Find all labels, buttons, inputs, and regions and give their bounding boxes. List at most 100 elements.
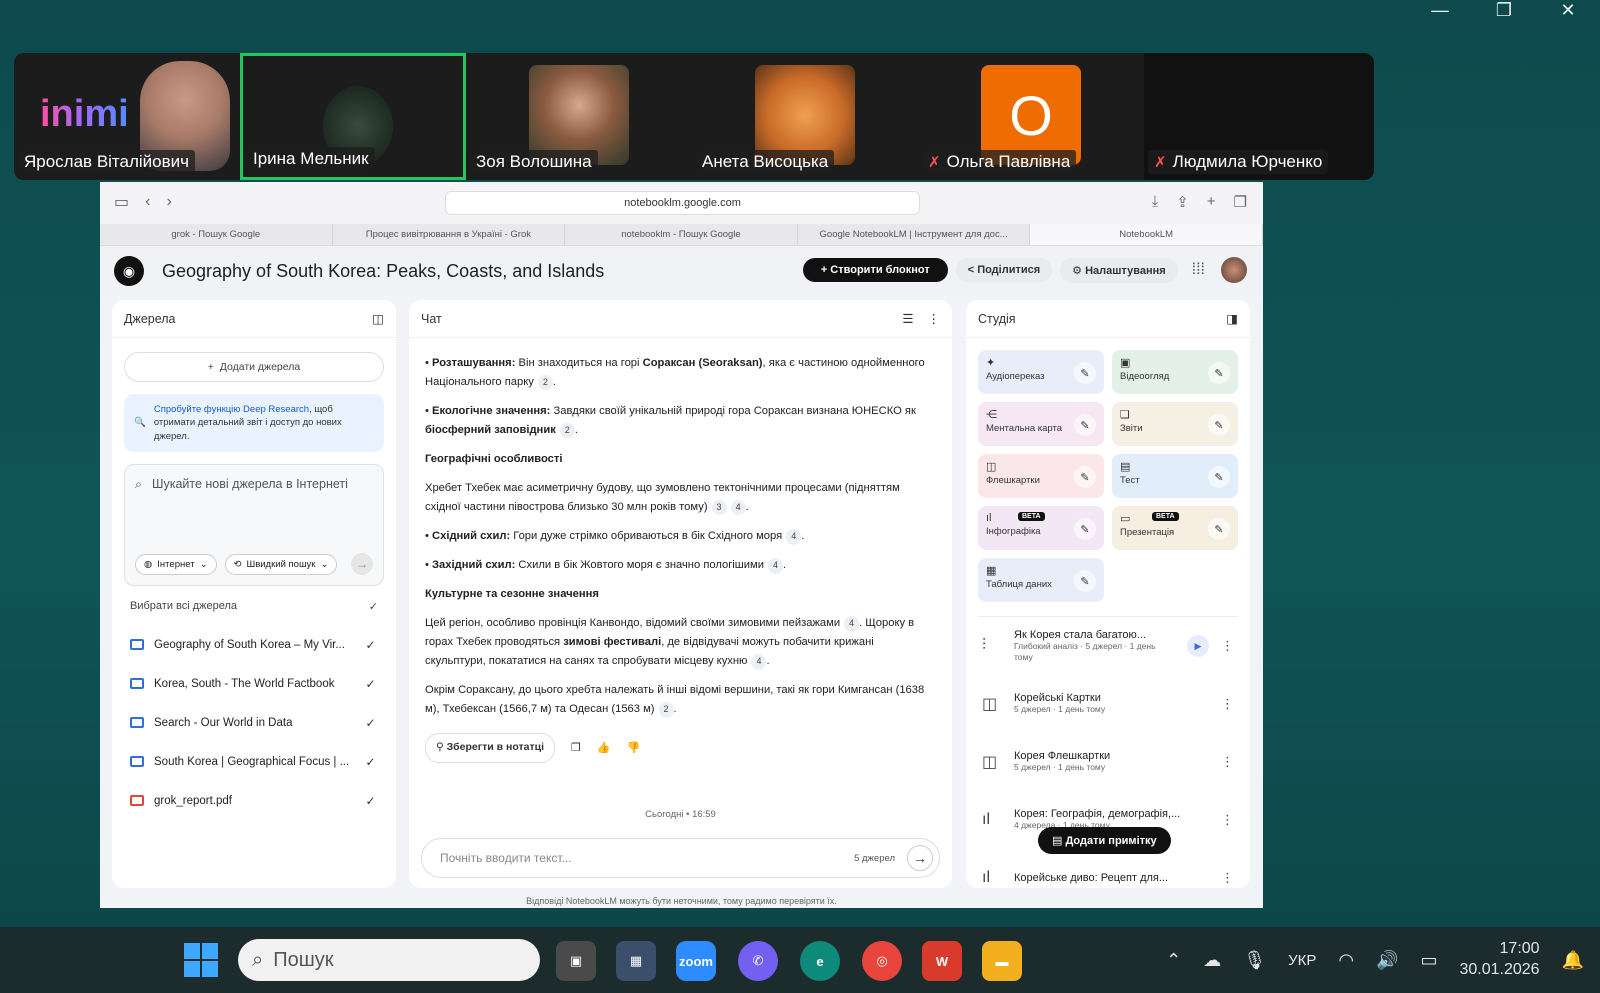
source-item[interactable]: grok_report.pdf ✓: [130, 781, 378, 820]
cloud-off-icon[interactable]: ☁: [1203, 950, 1221, 971]
citation-chip[interactable]: 4: [844, 616, 860, 632]
settings-button[interactable]: ⚙ Налаштування: [1060, 257, 1178, 283]
studio-note-item[interactable]: ıl Корейське диво: Рецепт для... ⋮: [966, 849, 1250, 888]
search-mode-dropdown[interactable]: ⟲ Швидкий пошук ⌄: [224, 553, 338, 575]
add-sources-button[interactable]: + Додати джерела: [124, 352, 384, 382]
participant-tile[interactable]: Зоя Волошина: [466, 53, 692, 180]
task-view-icon[interactable]: ▣: [556, 941, 596, 981]
share-icon[interactable]: ⇪: [1176, 193, 1189, 211]
browser-tab[interactable]: Процес вивітрювання в Україні - Grok: [333, 224, 566, 245]
notebooklm-logo[interactable]: ◉: [114, 256, 144, 286]
forward-icon[interactable]: ›: [166, 193, 171, 211]
participant-tile[interactable]: Анета Висоцька: [692, 53, 918, 180]
minimize-icon[interactable]: —: [1408, 0, 1472, 20]
send-arrow-icon[interactable]: →: [907, 845, 933, 871]
wps-office-icon[interactable]: W: [922, 941, 962, 981]
checkbox-icon[interactable]: ✓: [363, 715, 378, 730]
participant-tile[interactable]: О ✗ Ольга Павлівна: [918, 53, 1144, 180]
thumbs-down-icon[interactable]: 👎: [627, 739, 641, 758]
address-bar[interactable]: notebooklm.google.com: [445, 191, 920, 215]
studio-card[interactable]: ◫ Флешкартки ✎: [978, 454, 1104, 498]
zoom-app-icon[interactable]: zoom: [676, 941, 716, 981]
more-vert-icon[interactable]: ⋮: [1221, 696, 1234, 712]
studio-note-item[interactable]: ◫ Корея Флешкартки 5 джерел · 1 день тому ⋮: [966, 733, 1250, 791]
studio-card[interactable]: ❏ Звіти ✎: [1112, 402, 1238, 446]
studio-card[interactable]: ıl BETA Інфографіка ✎: [978, 506, 1104, 550]
source-item[interactable]: Search - Our World in Data ✓: [130, 703, 378, 742]
file-explorer-icon[interactable]: ▬: [982, 941, 1022, 981]
citation-chip[interactable]: 2: [537, 375, 553, 391]
checkbox-icon[interactable]: ✓: [363, 754, 378, 769]
browser-tab[interactable]: grok - Пошук Google: [100, 224, 333, 245]
speaker-icon[interactable]: 🔊: [1376, 950, 1398, 971]
back-icon[interactable]: ‹: [145, 193, 150, 211]
edit-pencil-icon[interactable]: ✎: [1074, 570, 1096, 592]
more-vert-icon[interactable]: ⋮: [1221, 638, 1234, 654]
save-to-note-button[interactable]: ⚲ Зберегти в нотатці: [425, 733, 556, 764]
browser-tab-active[interactable]: NotebookLM: [1030, 224, 1263, 245]
search-input[interactable]: Шукайте нові джерела в Інтернеті: [152, 475, 348, 494]
language-indicator[interactable]: УКР: [1288, 952, 1316, 969]
sidebar-toggle-icon[interactable]: ▭: [114, 192, 129, 212]
new-tab-icon[interactable]: +: [1207, 193, 1216, 211]
restore-icon[interactable]: ❐: [1472, 0, 1536, 20]
studio-card[interactable]: ▤ Тест ✎: [1112, 454, 1238, 498]
create-notebook-button[interactable]: + Створити блокнот: [802, 258, 948, 282]
submit-arrow-icon[interactable]: →: [351, 553, 373, 575]
collapse-panel-icon[interactable]: ◫: [372, 311, 384, 326]
edge-icon[interactable]: e: [800, 941, 840, 981]
thumbs-up-icon[interactable]: 👍: [597, 739, 611, 758]
tabs-overview-icon[interactable]: ❐: [1234, 193, 1247, 211]
studio-note-item[interactable]: ◫ Корейські Картки 5 джерел · 1 день тому ⋮: [966, 675, 1250, 733]
viber-icon[interactable]: ✆: [738, 941, 778, 981]
studio-card[interactable]: ▣ Відеоогляд ✎: [1112, 350, 1238, 394]
edit-pencil-icon[interactable]: ✎: [1074, 518, 1096, 540]
citation-chip[interactable]: 4: [730, 500, 746, 516]
download-icon[interactable]: ⤓: [1152, 193, 1159, 211]
studio-card[interactable]: ▭ BETA Презентація ✎: [1112, 506, 1238, 550]
citation-chip[interactable]: 4: [767, 558, 783, 574]
studio-note-item[interactable]: ⫶ Як Корея стала багатою... Глибокий аналі…: [966, 617, 1250, 675]
more-vert-icon[interactable]: ⋮: [928, 312, 941, 326]
checkbox-icon[interactable]: ✓: [369, 600, 378, 613]
chrome-icon[interactable]: ◎: [862, 941, 902, 981]
collapse-panel-icon[interactable]: ◨: [1226, 311, 1238, 326]
studio-card[interactable]: ▦ Таблиця даних ✎: [978, 558, 1104, 602]
copy-icon[interactable]: ❐: [571, 739, 581, 758]
clock[interactable]: 17:00 30.01.2026: [1460, 939, 1540, 981]
source-item[interactable]: Korea, South - The World Factbook ✓: [130, 664, 378, 703]
edit-pencil-icon[interactable]: ✎: [1074, 362, 1096, 384]
browser-tab[interactable]: Google NotebookLM | Інструмент для дос..…: [798, 224, 1031, 245]
microphone-icon[interactable]: 🎙: [1243, 950, 1266, 971]
taskbar-search[interactable]: ⌕ Пошук: [238, 939, 540, 981]
more-vert-icon[interactable]: ⋮: [1221, 870, 1234, 886]
edit-pencil-icon[interactable]: ✎: [1074, 414, 1096, 436]
edit-pencil-icon[interactable]: ✎: [1074, 466, 1096, 488]
checkbox-icon[interactable]: ✓: [363, 793, 378, 808]
checkbox-icon[interactable]: ✓: [363, 637, 378, 652]
participant-tile-active-speaker[interactable]: Ірина Мельник: [240, 53, 466, 180]
more-vert-icon[interactable]: ⋮: [1221, 754, 1234, 770]
edit-pencil-icon[interactable]: ✎: [1208, 466, 1230, 488]
studio-card[interactable]: ✦ Аудіопереказ ✎: [978, 350, 1104, 394]
checkbox-icon[interactable]: ✓: [363, 676, 378, 691]
select-all-row[interactable]: Вибрати всі джерела ✓: [130, 600, 378, 613]
close-icon[interactable]: ✕: [1536, 0, 1600, 20]
chat-input[interactable]: Почніть вводити текст... 5 джерел →: [421, 838, 940, 878]
deep-research-link[interactable]: Спробуйте функцію Deep Research: [154, 404, 309, 415]
account-avatar[interactable]: [1221, 257, 1247, 283]
source-type-dropdown[interactable]: ◍ Інтернет ⌄: [135, 553, 217, 575]
source-item[interactable]: South Korea | Geographical Focus | ... ✓: [130, 742, 378, 781]
more-vert-icon[interactable]: ⋮: [1221, 812, 1234, 828]
calculator-icon[interactable]: ▦: [616, 941, 656, 981]
participant-tile[interactable]: inimi Ярослав Віталійович: [14, 53, 240, 180]
studio-card[interactable]: ⋲ Ментальна карта ✎: [978, 402, 1104, 446]
browser-tab[interactable]: notebooklm - Пошук Google: [565, 224, 798, 245]
tune-icon[interactable]: ☰: [902, 312, 913, 326]
citation-chip[interactable]: 2: [658, 702, 674, 718]
citation-chip[interactable]: 4: [751, 654, 767, 670]
windows-start-icon[interactable]: [184, 943, 218, 977]
edit-pencil-icon[interactable]: ✎: [1208, 518, 1230, 540]
participant-tile[interactable]: ✗ Людмила Юрченко: [1144, 53, 1374, 180]
notifications-icon[interactable]: 🔔: [1562, 950, 1584, 971]
